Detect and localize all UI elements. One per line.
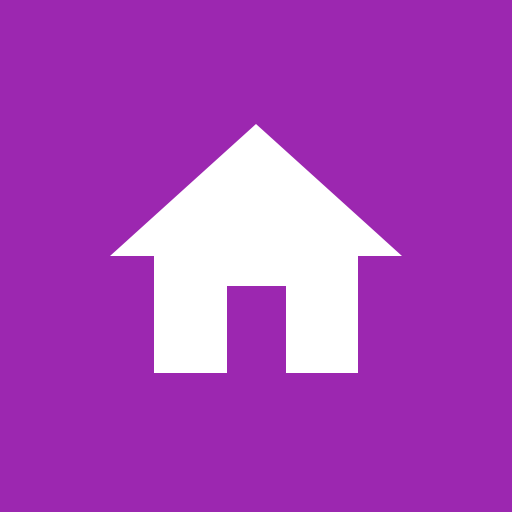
home-icon xyxy=(110,124,402,373)
home-icon-shape xyxy=(110,124,402,373)
home-tile[interactable] xyxy=(0,0,512,512)
